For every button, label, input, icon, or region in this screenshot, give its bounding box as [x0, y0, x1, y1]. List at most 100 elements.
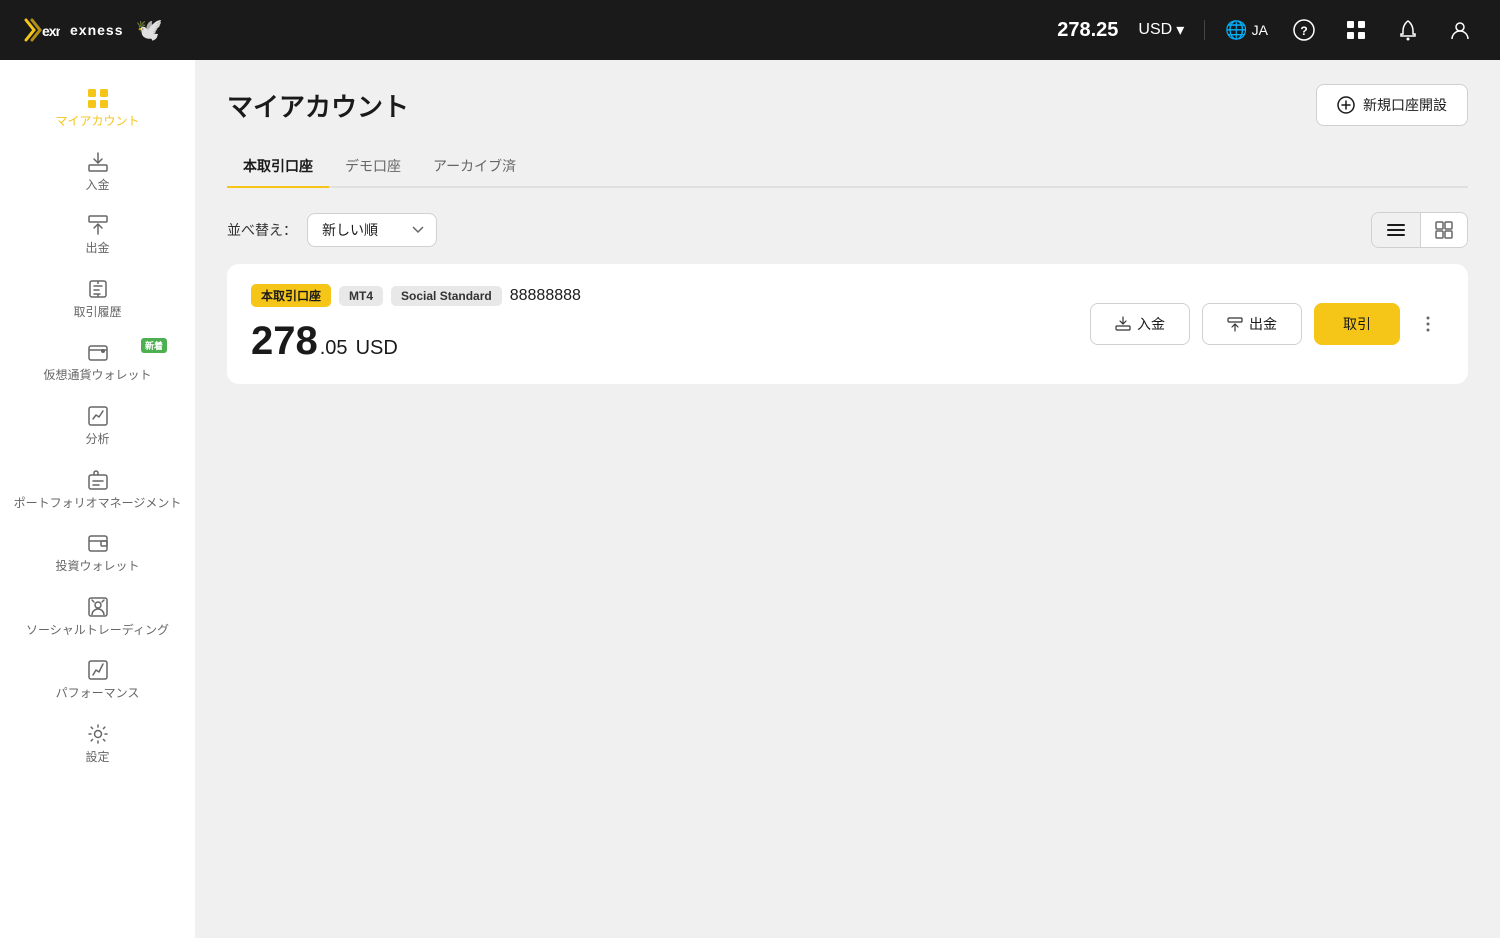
list-view-button[interactable] — [1372, 213, 1421, 247]
deposit-button[interactable]: 入金 — [1090, 303, 1190, 345]
account-card: 本取引口座 MT4 Social Standard 88888888 278 .… — [227, 264, 1468, 384]
balance-value: 278.25 — [1057, 19, 1118, 42]
currency-chevron-icon: ▾ — [1176, 20, 1184, 40]
tab-archived-label: アーカイブ済 — [433, 158, 516, 174]
header-balance: 278.25 — [1057, 19, 1118, 42]
sidebar-item-performance[interactable]: パフォーマンス — [0, 648, 195, 712]
sidebar-item-label: 設定 — [85, 750, 109, 766]
sidebar-item-deposit[interactable]: 入金 — [0, 140, 195, 204]
currency-label: USD — [1138, 21, 1172, 39]
withdraw-icon — [1227, 316, 1243, 332]
grid-view-button[interactable] — [1421, 213, 1467, 247]
deposit-label: 入金 — [1137, 314, 1165, 334]
sort-section: 並べ替え： 新しい順 古い順 残高順 — [227, 213, 437, 247]
account-actions: 入金 出金 取引 — [1090, 303, 1444, 345]
view-toggle — [1371, 212, 1468, 248]
withdrawal-icon — [84, 213, 112, 237]
sidebar-item-label: 取引履歴 — [73, 305, 121, 321]
sidebar-item-label: 仮想通貨ウォレット — [43, 368, 151, 384]
currency-selector[interactable]: USD ▾ — [1138, 20, 1184, 40]
sidebar-item-label: 入金 — [85, 178, 109, 194]
main-layout: マイアカウント 入金 出金 — [0, 60, 1500, 938]
account-tabs: 本取引口座 デモ口座 アーカイブ済 — [227, 146, 1468, 188]
sidebar-item-label: パフォーマンス — [56, 686, 140, 702]
social-tag: Social Standard — [391, 286, 502, 306]
withdraw-button[interactable]: 出金 — [1202, 303, 1302, 345]
sidebar-item-label: 出金 — [85, 241, 109, 257]
grid-view-icon — [1435, 221, 1453, 239]
sidebar-item-my-account[interactable]: マイアカウント — [0, 76, 195, 140]
sidebar-item-trade-history[interactable]: 取引履歴 — [0, 267, 195, 331]
account-number: 88888888 — [510, 287, 581, 305]
header-right: 278.25 USD ▾ 🌐 JA ? — [1057, 14, 1476, 46]
mt4-tag: MT4 — [339, 286, 383, 306]
invest-wallet-icon — [84, 531, 112, 555]
portfolio-icon — [84, 468, 112, 492]
sidebar-item-settings[interactable]: 設定 — [0, 712, 195, 776]
crypto-wallet-icon — [84, 340, 112, 364]
sidebar: マイアカウント 入金 出金 — [0, 60, 195, 938]
dove-icon: 🕊️ — [135, 17, 162, 43]
sidebar-item-label: マイアカウント — [55, 114, 139, 130]
apps-button[interactable] — [1340, 14, 1372, 46]
analytics-icon — [84, 404, 112, 428]
sidebar-item-analytics[interactable]: 分析 — [0, 394, 195, 458]
new-account-button[interactable]: 新規口座開設 — [1316, 84, 1468, 126]
lang-label: JA — [1252, 22, 1268, 38]
language-selector[interactable]: 🌐 JA — [1225, 20, 1268, 41]
balance-decimal: .05 — [320, 337, 348, 360]
header: exness exness 🕊️ 278.25 USD ▾ 🌐 JA ? — [0, 0, 1500, 60]
sidebar-item-label: 分析 — [85, 432, 109, 448]
my-account-icon — [84, 86, 112, 110]
live-tag: 本取引口座 — [251, 284, 331, 307]
svg-text:?: ? — [1300, 24, 1307, 38]
sidebar-item-label: 投資ウォレット — [55, 559, 139, 575]
user-profile-button[interactable] — [1444, 14, 1476, 46]
tab-demo[interactable]: デモ口座 — [329, 146, 417, 188]
trade-button[interactable]: 取引 — [1314, 303, 1400, 345]
new-account-label: 新規口座開設 — [1363, 95, 1447, 115]
tab-archived[interactable]: アーカイブ済 — [417, 146, 532, 188]
svg-text:exness: exness — [42, 23, 60, 39]
tab-live-label: 本取引口座 — [243, 158, 313, 174]
balance-currency: USD — [356, 337, 398, 360]
balance-main: 278 — [251, 319, 318, 364]
tab-demo-label: デモ口座 — [345, 158, 401, 174]
account-balance: 278 .05 USD — [251, 319, 581, 364]
notifications-button[interactable] — [1392, 14, 1424, 46]
list-view-icon — [1386, 222, 1406, 238]
sidebar-item-social-trading[interactable]: ソーシャルトレーディング — [0, 585, 195, 649]
tab-live[interactable]: 本取引口座 — [227, 146, 329, 188]
deposit-icon — [1115, 316, 1131, 332]
sidebar-item-portfolio[interactable]: ポートフォリオマネージメント — [0, 458, 195, 522]
settings-icon — [84, 722, 112, 746]
content-area: マイアカウント 新規口座開設 本取引口座 デモ口座 アーカイブ済 — [195, 60, 1500, 938]
more-options-button[interactable] — [1412, 308, 1444, 340]
page-title: マイアカウント — [227, 87, 409, 124]
trade-history-icon — [84, 277, 112, 301]
deposit-icon — [84, 150, 112, 174]
withdraw-label: 出金 — [1249, 314, 1277, 334]
exness-logo: exness exness — [24, 18, 123, 42]
help-button[interactable]: ? — [1288, 14, 1320, 46]
sidebar-item-withdrawal[interactable]: 出金 — [0, 203, 195, 267]
sort-select[interactable]: 新しい順 古い順 残高順 — [307, 213, 437, 247]
more-icon — [1426, 315, 1430, 333]
account-info: 本取引口座 MT4 Social Standard 88888888 278 .… — [251, 284, 581, 364]
sidebar-item-label: ポートフォリオマネージメント — [14, 496, 182, 512]
globe-icon: 🌐 — [1225, 20, 1247, 41]
page-header: マイアカウント 新規口座開設 — [227, 84, 1468, 126]
new-badge: 新着 — [141, 338, 167, 353]
logo-icon: exness — [24, 18, 60, 42]
account-tags: 本取引口座 MT4 Social Standard 88888888 — [251, 284, 581, 307]
plus-circle-icon — [1337, 96, 1355, 114]
header-divider — [1204, 20, 1205, 40]
sidebar-item-invest-wallet[interactable]: 投資ウォレット — [0, 521, 195, 585]
sidebar-item-label: ソーシャルトレーディング — [26, 623, 169, 639]
sort-label: 並べ替え： — [227, 220, 297, 240]
sidebar-item-crypto-wallet[interactable]: 新着 仮想通貨ウォレット — [0, 330, 195, 394]
trade-label: 取引 — [1343, 314, 1371, 334]
toolbar: 並べ替え： 新しい順 古い順 残高順 — [227, 212, 1468, 248]
social-trading-icon — [84, 595, 112, 619]
logo-section: exness exness 🕊️ — [24, 17, 163, 43]
